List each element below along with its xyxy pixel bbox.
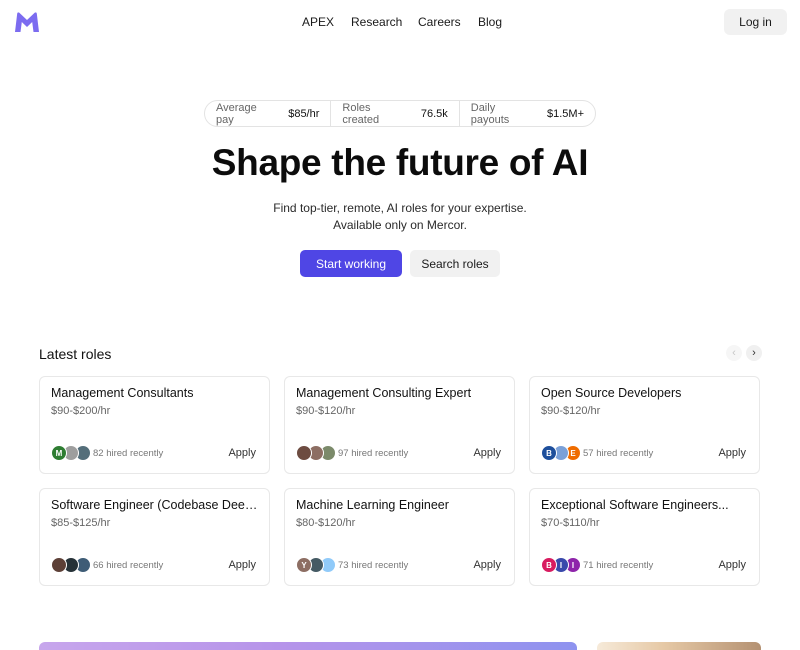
avatar: B <box>541 445 557 461</box>
hired-count: 66 hired recently <box>93 560 164 571</box>
main-nav: APEX Research Careers Blog <box>0 15 800 31</box>
avatar: Y <box>296 557 312 573</box>
stat-average-pay: Average pay $85/hr <box>205 101 330 126</box>
role-title: Management Consulting Expert <box>296 386 472 400</box>
hired-count: 57 hired recently <box>583 448 654 459</box>
hero-subtitle: Find top-tier, remote, AI roles for your… <box>0 200 800 234</box>
stat-label: Roles created <box>342 101 380 126</box>
nav-link-research[interactable]: Research <box>351 15 402 29</box>
avatar: B <box>541 557 557 573</box>
role-pay: $90-$200/hr <box>51 405 111 417</box>
chevron-left-icon: ‹ <box>732 347 736 359</box>
nav-link-apex[interactable]: APEX <box>302 15 334 29</box>
role-card[interactable]: Exceptional Software Engineers... $70-$11… <box>529 488 760 586</box>
nav-link-careers[interactable]: Careers <box>418 15 461 29</box>
stats-pill: Average pay $85/hr Roles created 76.5k D… <box>204 100 596 127</box>
stat-roles-created: Roles created 76.5k <box>330 101 458 126</box>
role-title: Exceptional Software Engineers... <box>541 498 729 512</box>
role-card[interactable]: Management Consultants $90-$200/hr M 82 hir… <box>39 376 270 474</box>
role-card[interactable]: Management Consulting Expert $90-$120/hr 9… <box>284 376 515 474</box>
carousel-prev-button[interactable]: ‹ <box>726 345 742 361</box>
role-pay: $90-$120/hr <box>541 405 601 417</box>
apply-button[interactable]: Apply <box>473 559 501 571</box>
role-card[interactable]: Software Engineer (Codebase Deep... $85-$… <box>39 488 270 586</box>
role-title: Management Consultants <box>51 386 194 400</box>
avatar: M <box>51 445 67 461</box>
start-working-button[interactable]: Start working <box>300 250 402 277</box>
apply-button[interactable]: Apply <box>228 559 256 571</box>
apply-button[interactable]: Apply <box>718 559 746 571</box>
avatar-stack <box>51 557 91 573</box>
avatar-stack: BII <box>541 557 581 573</box>
apply-button[interactable]: Apply <box>718 447 746 459</box>
role-title: Open Source Developers <box>541 386 682 400</box>
stat-daily-payouts: Daily payouts $1.5M+ <box>458 101 595 126</box>
stat-value: $1.5M+ <box>547 107 584 120</box>
avatar <box>296 445 312 461</box>
avatar-stack: Y <box>296 557 336 573</box>
avatar-stack: BE <box>541 445 581 461</box>
hired-count: 97 hired recently <box>338 448 409 459</box>
role-pay: $80-$120/hr <box>296 517 356 529</box>
stat-label: Average pay <box>216 101 257 126</box>
apply-button[interactable]: Apply <box>473 447 501 459</box>
promo-image <box>597 642 761 650</box>
role-card[interactable]: Open Source Developers $90-$120/hr B E 57 hi… <box>529 376 760 474</box>
search-roles-button[interactable]: Search roles <box>410 250 500 277</box>
hero-title: Shape the future of AI <box>211 142 589 183</box>
hired-count: 71 hired recently <box>583 560 654 571</box>
apply-button[interactable]: Apply <box>228 447 256 459</box>
hero-subtitle-line: Find top-tier, remote, AI roles for your… <box>273 201 527 215</box>
hero-subtitle-line: Available only on Mercor. <box>333 218 467 232</box>
nav-link-blog[interactable]: Blog <box>478 15 502 29</box>
hired-count: 73 hired recently <box>338 560 409 571</box>
role-title: Software Engineer (Codebase Deep... <box>51 498 261 512</box>
role-pay: $85-$125/hr <box>51 517 111 529</box>
login-button[interactable]: Log in <box>724 9 787 35</box>
stat-value: $85/hr <box>288 107 320 120</box>
role-card[interactable]: Machine Learning Engineer $80-$120/hr Y 73 … <box>284 488 515 586</box>
role-pay: $90-$120/hr <box>296 405 356 417</box>
avatar <box>51 557 67 573</box>
promo-banner <box>39 642 577 650</box>
stat-label: Daily payouts <box>470 101 510 126</box>
role-pay: $70-$110/hr <box>541 517 600 529</box>
stat-value: 76.5k <box>420 107 448 120</box>
avatar-stack <box>296 445 336 461</box>
carousel-next-button[interactable]: › <box>746 345 762 361</box>
site-header: APEX Research Careers Blog Log in <box>0 0 800 44</box>
hired-count: 82 hired recently <box>93 448 164 459</box>
role-title: Machine Learning Engineer <box>296 498 449 512</box>
avatar-stack: M <box>51 445 91 461</box>
chevron-right-icon: › <box>752 347 756 359</box>
latest-roles-heading: Latest roles <box>39 346 112 362</box>
